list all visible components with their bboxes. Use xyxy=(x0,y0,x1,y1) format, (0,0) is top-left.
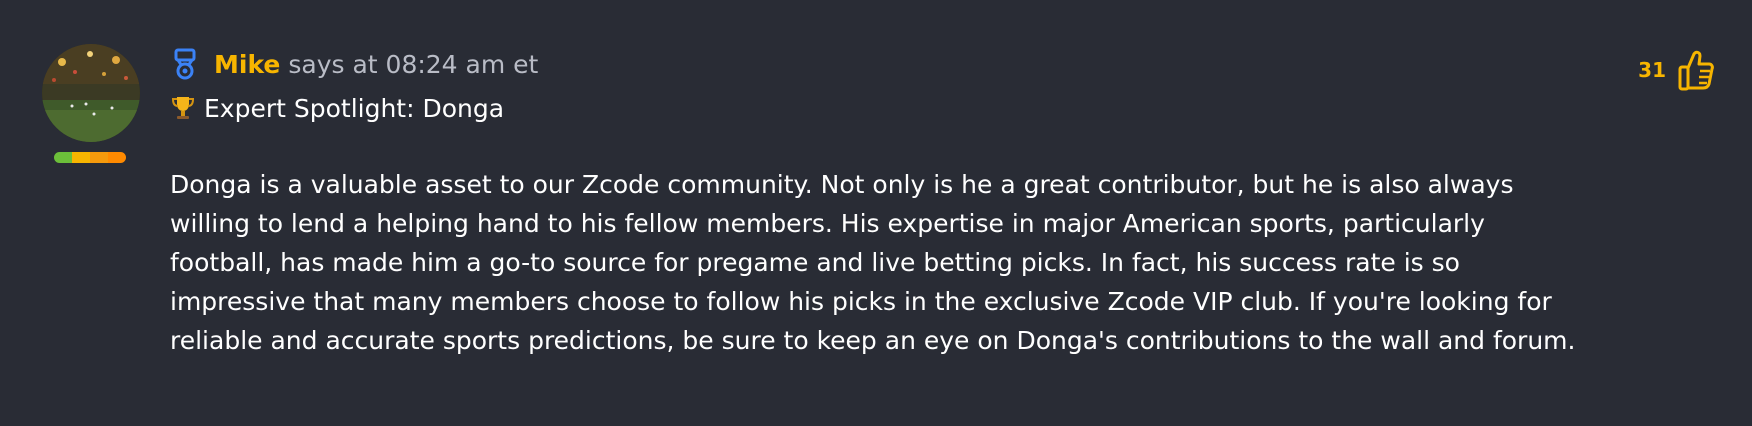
author-name[interactable]: Mike xyxy=(214,50,280,79)
level-segment xyxy=(108,152,126,163)
like-count: 31 xyxy=(1638,58,1666,82)
level-indicator xyxy=(54,152,126,163)
avatar[interactable] xyxy=(42,44,140,142)
like-control: 31 xyxy=(1638,48,1716,92)
post-header: Mike says at 08:24 am et xyxy=(170,46,538,82)
trophy-icon xyxy=(170,94,196,122)
level-segment xyxy=(90,152,108,163)
wall-post: Mike says at 08:24 am et Expert Spotligh… xyxy=(0,0,1752,426)
level-segment xyxy=(54,152,72,163)
post-timestamp: says at 08:24 am et xyxy=(288,49,539,79)
level-segment xyxy=(72,152,90,163)
thumbs-up-icon[interactable] xyxy=(1676,48,1716,92)
post-body: Donga is a valuable asset to our Zcode c… xyxy=(170,170,1576,355)
medal-badge-icon xyxy=(170,48,200,80)
avatar-stadium-image xyxy=(42,44,140,142)
subtitle-text: Expert Spotlight: Donga xyxy=(204,93,505,123)
post-subtitle: Expert Spotlight: Donga xyxy=(170,90,504,126)
